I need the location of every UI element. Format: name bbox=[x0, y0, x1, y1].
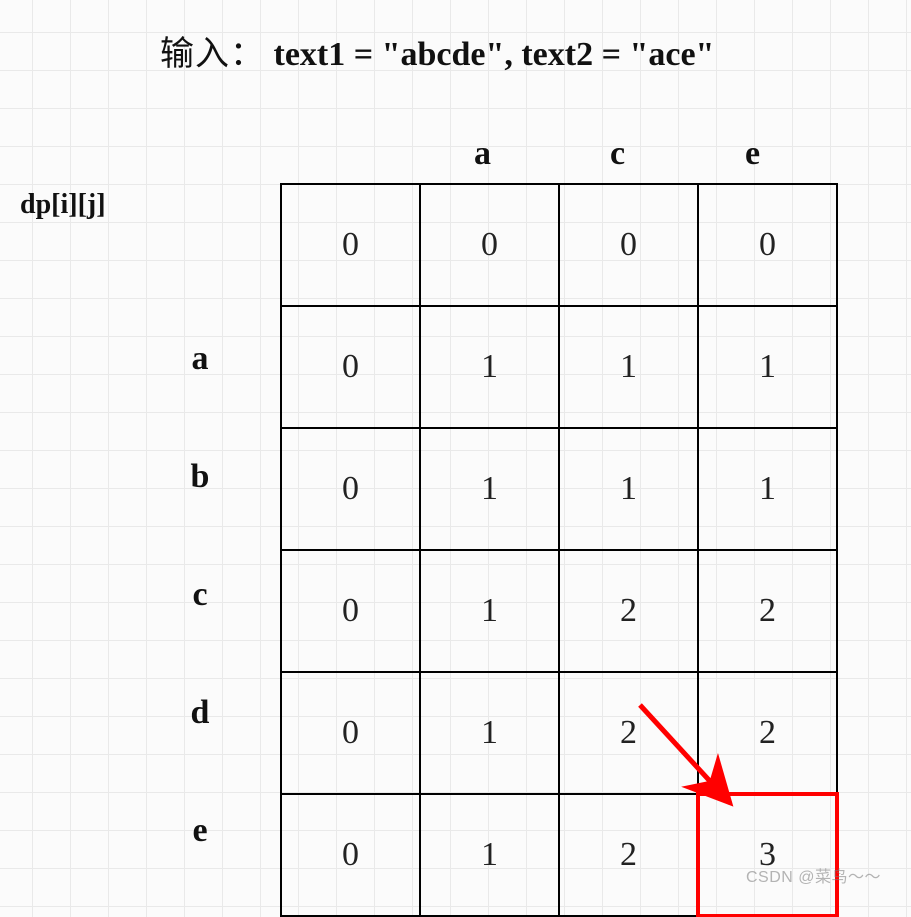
table-row: 0 1 1 1 bbox=[281, 428, 837, 550]
row-header: c bbox=[170, 536, 230, 654]
row-header: e bbox=[170, 772, 230, 890]
dp-cell-highlight: 3 bbox=[698, 794, 837, 916]
table-row: 0 1 2 2 bbox=[281, 550, 837, 672]
dp-cell: 2 bbox=[698, 672, 837, 794]
table-row: 0 0 0 0 bbox=[281, 184, 837, 306]
dp-cell: 1 bbox=[420, 672, 559, 794]
dp-cell: 0 bbox=[698, 184, 837, 306]
column-headers: a c e bbox=[280, 135, 820, 173]
dp-cell: 2 bbox=[698, 550, 837, 672]
dp-cell: 1 bbox=[698, 428, 837, 550]
dp-cell: 0 bbox=[281, 428, 420, 550]
input-title: 输入： text1 = "abcde", text2 = "ace" bbox=[0, 26, 911, 75]
dp-cell: 2 bbox=[559, 672, 698, 794]
col-header: c bbox=[550, 135, 685, 173]
dp-cell: 0 bbox=[281, 184, 420, 306]
dp-cell: 0 bbox=[281, 550, 420, 672]
dp-table: 0 0 0 0 0 1 1 1 0 1 1 1 0 1 2 2 bbox=[280, 183, 838, 917]
col-header: a bbox=[415, 135, 550, 173]
dp-cell: 1 bbox=[698, 306, 837, 428]
dp-cell: 0 bbox=[281, 794, 420, 916]
dp-cell: 0 bbox=[559, 184, 698, 306]
watermark: CSDN @菜鸟～～ bbox=[746, 863, 881, 887]
dp-cell: 1 bbox=[559, 306, 698, 428]
title-body: text1 = "abcde", text2 = "ace" bbox=[274, 36, 715, 73]
diagram-content: 输入： text1 = "abcde", text2 = "ace" dp[i]… bbox=[0, 0, 911, 75]
col-header bbox=[280, 135, 415, 173]
title-prefix: 输入： bbox=[160, 36, 265, 73]
dp-cell: 0 bbox=[281, 306, 420, 428]
col-header: e bbox=[685, 135, 820, 173]
dp-cell: 1 bbox=[420, 794, 559, 916]
dp-cell: 1 bbox=[559, 428, 698, 550]
dp-cell: 0 bbox=[420, 184, 559, 306]
dp-cell: 1 bbox=[420, 550, 559, 672]
dp-cell: 1 bbox=[420, 306, 559, 428]
dp-cell: 2 bbox=[559, 550, 698, 672]
axis-label: dp[i][j] bbox=[20, 189, 106, 221]
table-row: 0 1 2 2 bbox=[281, 672, 837, 794]
table-row: 0 1 1 1 bbox=[281, 306, 837, 428]
row-headers: a b c d e bbox=[170, 300, 230, 890]
dp-cell: 0 bbox=[281, 672, 420, 794]
row-header: a bbox=[170, 300, 230, 418]
table-row: 0 1 2 3 bbox=[281, 794, 837, 916]
row-header: b bbox=[170, 418, 230, 536]
dp-cell: 2 bbox=[559, 794, 698, 916]
row-header: d bbox=[170, 654, 230, 772]
dp-cell: 1 bbox=[420, 428, 559, 550]
